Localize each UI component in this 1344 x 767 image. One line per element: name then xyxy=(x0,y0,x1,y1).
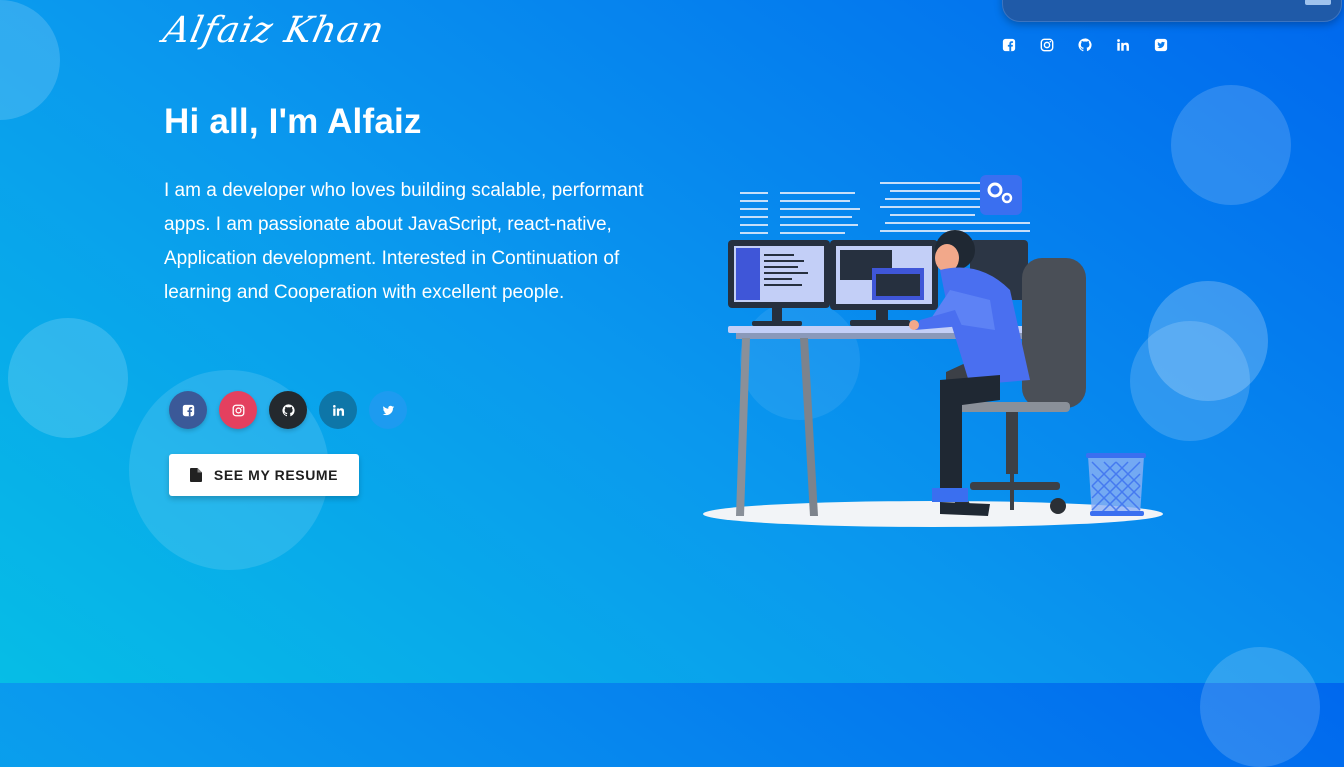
bubble xyxy=(8,318,128,438)
linkedin-button[interactable] xyxy=(319,391,357,429)
file-icon xyxy=(189,468,202,482)
twitter-button[interactable] xyxy=(369,391,407,429)
header-social-links xyxy=(990,36,1180,54)
hero-greeting: Hi all, I'm Alfaiz xyxy=(164,102,422,141)
facebook-button[interactable] xyxy=(169,391,207,429)
github-icon[interactable] xyxy=(1066,36,1104,54)
facebook-icon xyxy=(182,404,194,416)
see-my-resume-button[interactable]: SEE MY RESUME xyxy=(169,454,359,496)
signature-logo[interactable]: Alfaiz Khan xyxy=(160,10,389,51)
twitter-icon[interactable] xyxy=(1142,36,1180,54)
linkedin-icon xyxy=(332,404,344,416)
instagram-icon[interactable] xyxy=(1028,36,1066,54)
github-button[interactable] xyxy=(269,391,307,429)
hero-bio: I am a developer who loves building scal… xyxy=(164,180,644,303)
bubble xyxy=(1171,85,1291,205)
linkedin-icon[interactable] xyxy=(1104,36,1142,54)
resume-label: SEE MY RESUME xyxy=(213,467,339,483)
instagram-icon xyxy=(232,404,244,416)
twitter-icon xyxy=(382,405,394,415)
bubble xyxy=(1200,647,1320,767)
social-buttons xyxy=(169,391,407,429)
top-drawer[interactable] xyxy=(1002,0,1342,22)
facebook-icon[interactable] xyxy=(990,36,1028,54)
instagram-button[interactable] xyxy=(219,391,257,429)
drawer-handle xyxy=(1305,0,1331,5)
github-icon xyxy=(281,403,295,416)
bubble xyxy=(0,0,60,120)
developer-illustration xyxy=(703,175,1163,527)
